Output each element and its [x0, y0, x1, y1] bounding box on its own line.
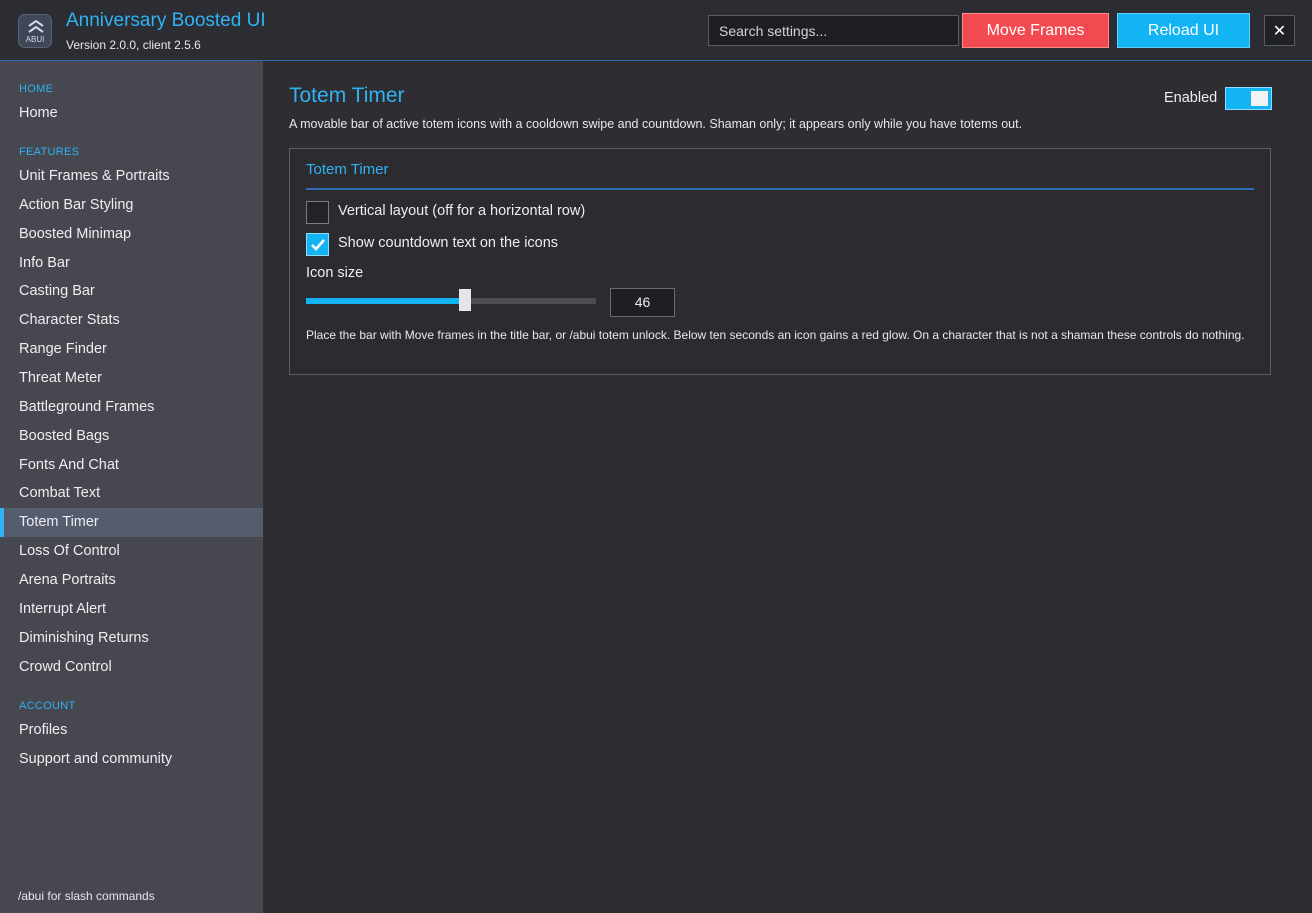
sidebar-item-battleground-frames[interactable]: Battleground Frames [0, 393, 263, 422]
panel-title: Totem Timer [306, 161, 389, 178]
app-logo: ABUI [18, 14, 52, 48]
sidebar-item-threat-meter[interactable]: Threat Meter [0, 364, 263, 393]
sidebar-item-support[interactable]: Support and community [0, 745, 263, 774]
checkmark-icon [311, 239, 325, 251]
chevron-up-icon [28, 20, 44, 33]
sidebar-item-home[interactable]: Home [0, 99, 263, 128]
logo-text: ABUI [25, 35, 45, 44]
enabled-label: Enabled [1164, 90, 1218, 106]
sidebar-section-features: FEATURES [19, 146, 80, 158]
sidebar-item-character-stats[interactable]: Character Stats [0, 306, 263, 335]
sidebar-item-boosted-bags[interactable]: Boosted Bags [0, 422, 263, 451]
icon-size-label: Icon size [306, 265, 364, 281]
page-description: A movable bar of active totem icons with… [289, 117, 1023, 131]
sidebar-item-profiles[interactable]: Profiles [0, 716, 263, 745]
page-title: Totem Timer [289, 84, 405, 107]
sidebar-item-fonts-and-chat[interactable]: Fonts And Chat [0, 451, 263, 480]
app-title: Anniversary Boosted UI [66, 10, 266, 31]
countdown-text-label: Show countdown text on the icons [338, 235, 559, 251]
close-button[interactable]: ✕ [1264, 15, 1295, 46]
enabled-toggle[interactable] [1225, 87, 1272, 110]
settings-panel: Totem Timer Vertical layout (off for a h… [289, 148, 1271, 375]
search-input[interactable] [708, 15, 959, 46]
title-bar: ABUI Anniversary Boosted UI Version 2.0.… [0, 0, 1312, 61]
icon-size-slider[interactable] [306, 289, 596, 311]
vertical-layout-checkbox[interactable] [306, 201, 329, 224]
slash-command-hint: /abui for slash commands [18, 889, 155, 903]
help-text: Place the bar with Move frames in the ti… [306, 328, 1245, 342]
slider-fill [306, 298, 465, 304]
sidebar-item-unit-frames[interactable]: Unit Frames & Portraits [0, 162, 263, 191]
countdown-text-checkbox[interactable] [306, 233, 329, 256]
panel-divider [306, 188, 1254, 190]
sidebar-item-boosted-minimap[interactable]: Boosted Minimap [0, 220, 263, 249]
move-frames-button[interactable]: Move Frames [962, 13, 1109, 48]
sidebar-item-info-bar[interactable]: Info Bar [0, 249, 263, 278]
close-icon: ✕ [1272, 22, 1287, 40]
sidebar-item-diminishing-returns[interactable]: Diminishing Returns [0, 624, 263, 653]
sidebar-item-action-bar-styling[interactable]: Action Bar Styling [0, 191, 263, 220]
sidebar-item-loss-of-control[interactable]: Loss Of Control [0, 537, 263, 566]
sidebar-item-range-finder[interactable]: Range Finder [0, 335, 263, 364]
app-version: Version 2.0.0, client 2.5.6 [66, 38, 201, 52]
slider-thumb[interactable] [458, 289, 471, 311]
vertical-layout-label: Vertical layout (off for a horizontal ro… [338, 203, 586, 219]
sidebar-item-casting-bar[interactable]: Casting Bar [0, 277, 263, 306]
sidebar-section-home: HOME [19, 83, 54, 95]
sidebar-item-interrupt-alert[interactable]: Interrupt Alert [0, 595, 263, 624]
sidebar-section-account: ACCOUNT [19, 700, 76, 712]
icon-size-value[interactable]: 46 [610, 288, 675, 317]
reload-ui-button[interactable]: Reload UI [1117, 13, 1250, 48]
sidebar-item-combat-text[interactable]: Combat Text [0, 479, 263, 508]
sidebar-item-crowd-control[interactable]: Crowd Control [0, 653, 263, 682]
sidebar-item-arena-portraits[interactable]: Arena Portraits [0, 566, 263, 595]
sidebar-item-totem-timer[interactable]: Totem Timer [0, 508, 263, 537]
sidebar: HOME Home FEATURES Unit Frames & Portrai… [0, 61, 263, 913]
toggle-knob [1251, 91, 1268, 106]
